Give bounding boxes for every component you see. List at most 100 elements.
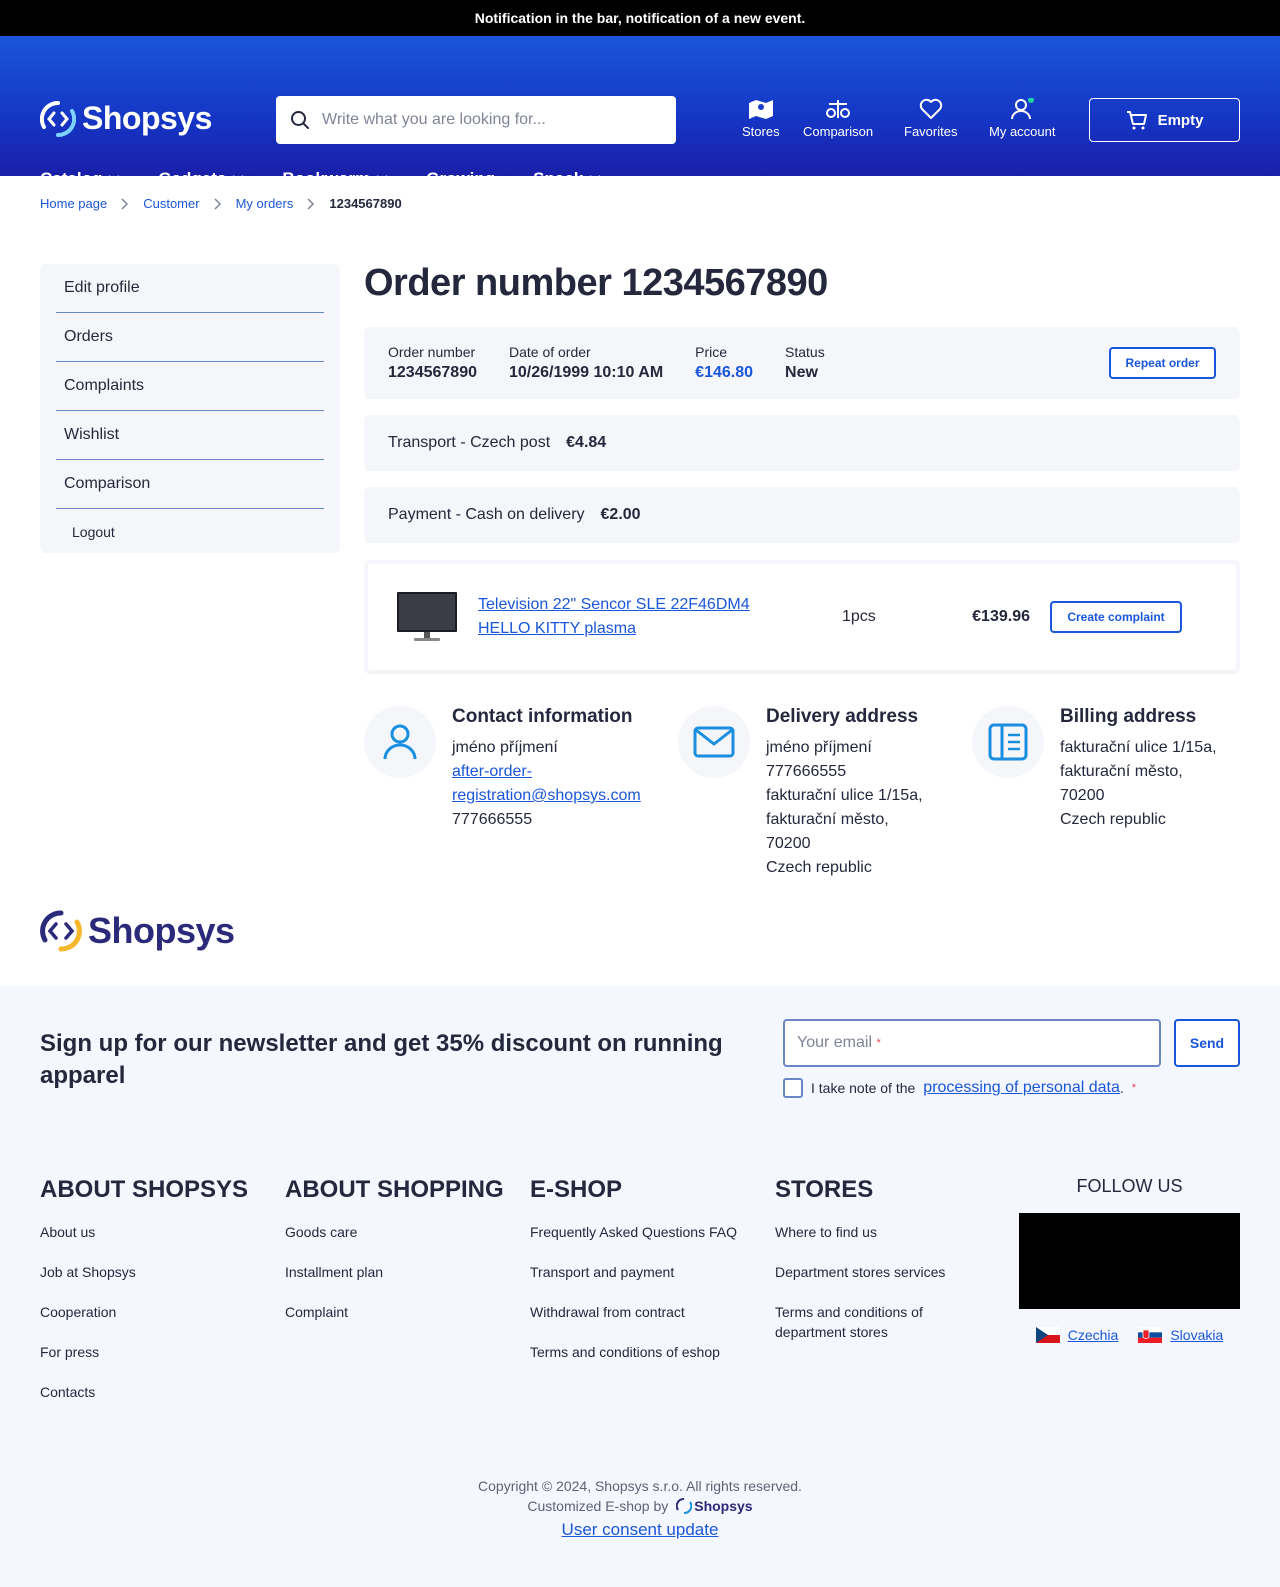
footer-link[interactable]: Department stores services [775,1262,975,1282]
footer-link[interactable]: Frequently Asked Questions FAQ [530,1222,737,1242]
footer-link[interactable]: Job at Shopsys [40,1262,248,1282]
chevron-down-icon [589,175,601,183]
footer-column-title: STORES [775,1176,874,1203]
delivery-line: fakturační ulice 1/15a, [766,787,923,804]
header-stores[interactable]: Stores [742,98,780,139]
account-sidebar: Edit profile Orders Complaints Wishlist … [40,264,340,553]
site-header: Shopsys Stores Comparison Favorites My a… [0,36,1280,188]
nav-catalog[interactable]: Catalog [40,169,121,189]
order-number-value: 1234567890 [388,364,477,381]
nav-bookworm-label: Bookworm [282,169,371,188]
brand-name: Shopsys [694,1498,753,1514]
billing-line: fakturační ulice 1/15a, [1060,739,1217,756]
search-box[interactable] [276,96,676,144]
footer-link[interactable]: Where to find us [775,1222,975,1242]
cart-label: Empty [1157,111,1204,129]
sidebar-item-comparison[interactable]: Comparison [56,460,324,509]
footer-link[interactable]: For press [40,1342,248,1362]
header-account[interactable]: My account [989,98,1055,139]
header-favorites-label: Favorites [904,124,958,139]
search-icon [291,111,309,129]
footer-link[interactable]: Terms and conditions of department store… [775,1302,975,1342]
chevron-down-icon [232,175,245,183]
delivery-icon-circle [678,706,750,778]
footer-column-about-shopping: ABOUT SHOPPING Goods care Installment pl… [285,1176,504,1342]
footer-link[interactable]: Cooperation [40,1302,248,1322]
header-account-label: My account [989,124,1056,139]
contact-name: jméno příjmení [452,739,558,756]
customized-by: Customized E-shop by Shopsys [0,1498,1280,1514]
user-consent-update-link[interactable]: User consent update [562,1520,719,1539]
breadcrumb-home[interactable]: Home page [40,196,107,211]
product-image [397,592,457,641]
personal-data-link[interactable]: processing of personal data [923,1079,1120,1097]
copyright: Copyright © 2024, Shopsys s.r.o. All rig… [478,1478,802,1494]
delivery-line: Czech republic [766,859,872,876]
country-slovakia[interactable]: Slovakia [1138,1327,1223,1343]
sidebar-item-orders[interactable]: Orders [56,313,324,362]
user-icon [383,724,417,760]
newsletter-send-button[interactable]: Send [1174,1019,1240,1067]
create-complaint-button[interactable]: Create complaint [1050,601,1182,633]
user-icon [1011,98,1035,120]
breadcrumb-my-orders[interactable]: My orders [236,196,294,211]
nav-gadgets-label: Gadgets [158,169,227,188]
required-marker: * [876,1037,881,1049]
delivery-title: Delivery address [766,706,919,727]
footer-link[interactable]: Contacts [40,1382,248,1402]
transport-row: Transport - Czech post €4.84 [364,415,1240,471]
chevron-right-icon [214,197,221,210]
header-favorites[interactable]: Favorites [904,98,957,139]
sidebar-item-complaints[interactable]: Complaints [56,362,324,411]
footer-link[interactable]: Transport and payment [530,1262,737,1282]
search-input[interactable] [322,111,652,129]
billing-line: Czech republic [1060,811,1166,828]
footer-column-e-shop: E-SHOP Frequently Asked Questions FAQ Tr… [530,1176,737,1382]
contact-phone: 777666555 [452,811,533,828]
footer-link[interactable]: Withdrawal from contract [530,1302,737,1322]
sidebar-item-wishlist[interactable]: Wishlist [56,411,324,460]
customized-by-text: Customized E-shop by [527,1498,669,1514]
shopsys-logo-icon [40,910,82,952]
slovak-flag-icon [1138,1327,1163,1343]
footer-column-title: E-SHOP [530,1176,623,1203]
nav-growing-label: Growing [426,169,496,188]
shopsys-logo-icon [676,1498,693,1514]
billing-line: 70200 [1060,787,1105,804]
order-summary: Order number 1234567890 Date of order 10/2… [364,327,1240,399]
breadcrumb-customer[interactable]: Customer [143,196,199,211]
contact-email[interactable]: after-order-registration@shopsys.com [452,763,641,804]
product-link[interactable]: Television 22" Sencor SLE 22F46DM4 HELLO … [478,593,808,641]
footer-column-title: ABOUT SHOPPING [285,1176,504,1203]
footer-link[interactable]: Installment plan [285,1262,504,1282]
follow-us: FOLLOW US Czechia Slovakia [1019,1176,1240,1343]
newsletter-email-placeholder: Your email [797,1034,873,1051]
book-icon [988,723,1028,761]
header-comparison[interactable]: Comparison [803,98,873,139]
cart-button[interactable]: Empty [1089,98,1240,142]
footer-link[interactable]: Complaint [285,1302,504,1322]
nav-snack[interactable]: Snack [533,169,601,189]
repeat-order-button[interactable]: Repeat order [1109,347,1216,379]
sidebar-logout[interactable]: Logout [56,509,324,554]
nav-bookworm[interactable]: Bookworm [282,169,388,189]
footer-column-about-shopsys: ABOUT SHOPSYS About us Job at Shopsys Co… [40,1176,248,1422]
sidebar-item-edit-profile[interactable]: Edit profile [56,264,324,313]
czech-flag-icon [1035,1327,1060,1343]
nav-gadgets[interactable]: Gadgets [158,169,245,189]
footer-logo[interactable]: Shopsys [40,910,235,952]
footer-link[interactable]: Goods care [285,1222,504,1242]
product-name-line1: Television 22" Sencor SLE 22F46DM4 [478,596,750,613]
footer-link[interactable]: Terms and conditions of eshop [530,1342,737,1362]
newsletter-email-field[interactable]: Your email * [783,1019,1161,1067]
logo[interactable]: Shopsys [40,100,212,137]
footer-link[interactable]: About us [40,1222,248,1242]
follow-us-title: FOLLOW US [1076,1176,1183,1196]
nav-growing[interactable]: Growing [426,169,495,189]
contact-email-line1: after-order- [452,763,533,780]
logo-text: Shopsys [82,100,212,136]
transport-label: Transport - Czech post [388,434,551,451]
order-price-label: Price [695,344,728,360]
consent-checkbox[interactable] [783,1078,803,1098]
country-czechia[interactable]: Czechia [1035,1327,1118,1343]
